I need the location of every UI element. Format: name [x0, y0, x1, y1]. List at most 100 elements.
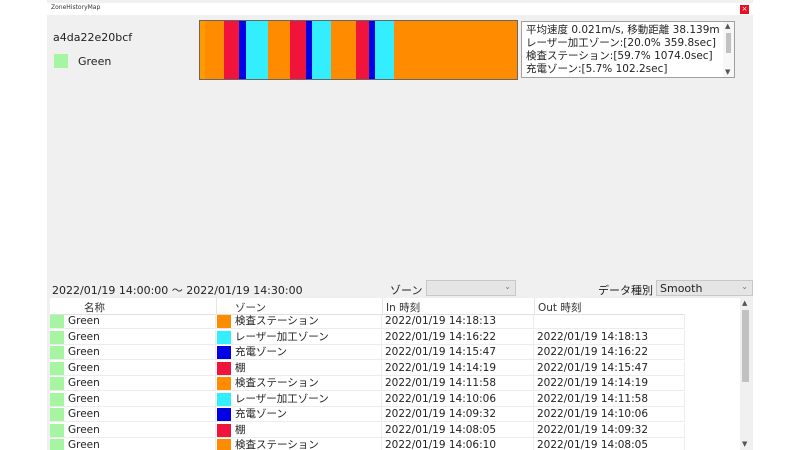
chevron-down-icon: ⌄ [504, 282, 511, 291]
cell-out-time: 2022/01/19 14:09:32 [534, 422, 685, 438]
name-color-swatch [50, 346, 64, 359]
map-panel: a4da22e20bcf Green 平均速度 0.021m/s, 移動距離 3… [50, 15, 750, 281]
zone-text: 検査ステーション [235, 439, 319, 450]
close-button[interactable]: × [740, 5, 749, 14]
zone-history-table: 名称 ゾーン In 時刻 Out 時刻 Green 検査ステーション 2022/01… [50, 298, 750, 450]
cell-zone: 検査ステーション [216, 438, 382, 450]
table-row[interactable]: Green 検査ステーション 2022/01/19 14:06:10 2022/01/… [50, 438, 685, 450]
zone-color-swatch [217, 361, 231, 375]
name-color-swatch [50, 439, 64, 450]
cell-in-time: 2022/01/19 14:09:32 [382, 407, 534, 422]
name-text: Green [68, 439, 100, 450]
cell-zone: 充電ゾーン [216, 345, 382, 360]
table-row[interactable]: Green 検査ステーション 2022/01/19 14:11:58 2022/01/… [50, 376, 685, 391]
scroll-down-icon[interactable]: ▼ [725, 68, 730, 76]
cell-zone: 検査ステーション [216, 376, 382, 391]
cell-in-time: 2022/01/19 14:14:19 [382, 360, 534, 376]
timeline-segment [393, 21, 517, 79]
zone-text: 充電ゾーン [235, 408, 287, 420]
name-text: Green [68, 361, 100, 374]
timeline-segment [330, 21, 357, 79]
zone-select[interactable]: ⌄ [426, 280, 516, 296]
cell-name: Green [50, 407, 216, 422]
stats-line-speed: 平均速度 0.021m/s, 移動距離 38.139m [526, 24, 720, 36]
cell-out-time: 2022/01/19 14:15:47 [534, 360, 685, 376]
scroll-up-icon[interactable]: ▲ [725, 22, 730, 30]
timeline-segment [245, 21, 268, 79]
datatype-select[interactable]: Smooth ⌄ [656, 280, 753, 296]
table-row[interactable]: Green 棚 2022/01/19 14:08:05 2022/01/19 14:0… [50, 422, 685, 438]
cell-name: Green [50, 329, 216, 345]
cell-in-time: 2022/01/19 14:08:05 [382, 422, 534, 438]
stats-line-inspection: 検査ステーション:[59.7% 1074.0sec] [526, 50, 713, 62]
cell-zone: レーザー加工ゾーン [216, 391, 382, 407]
scroll-down-icon[interactable]: ▼ [742, 440, 747, 448]
device-id: a4da22e20bcf [53, 31, 133, 44]
scroll-up-icon[interactable]: ▲ [742, 299, 747, 307]
cell-name: Green [50, 376, 216, 391]
column-header-name[interactable]: 名称 [84, 300, 105, 315]
zone-color-swatch [217, 330, 231, 344]
zone-filter-label: ゾーン [390, 284, 423, 297]
name-color-swatch [50, 408, 64, 421]
name-color-swatch [50, 392, 64, 406]
stats-textbox[interactable]: 平均速度 0.021m/s, 移動距離 38.139m レーザー加工ゾーン:[2… [521, 21, 735, 78]
cell-name: Green [50, 422, 216, 438]
table-row[interactable]: Green 棚 2022/01/19 14:14:19 2022/01/19 14:1… [50, 360, 685, 376]
cell-out-time: 2022/01/19 14:11:58 [534, 391, 685, 407]
cell-name: Green [50, 345, 216, 360]
name-text: Green [68, 408, 100, 420]
cell-in-time: 2022/01/19 14:18:13 [382, 314, 534, 329]
zone-text: レーザー加工ゾーン [235, 330, 329, 343]
chevron-down-icon: ⌄ [741, 282, 748, 291]
table-row[interactable]: Green 検査ステーション 2022/01/19 14:18:13 [50, 314, 685, 329]
cell-name: Green [50, 360, 216, 376]
table-row[interactable]: Green 充電ゾーン 2022/01/19 14:15:47 2022/01/19 … [50, 345, 685, 360]
table-row[interactable]: Green レーザー加工ゾーン 2022/01/19 14:16:22 2022/01… [50, 329, 685, 345]
zone-color-swatch [217, 346, 231, 359]
scroll-thumb[interactable] [742, 310, 749, 382]
cell-out-time: 2022/01/19 14:08:05 [534, 438, 685, 450]
name-color-swatch [50, 423, 64, 437]
timeline-segment [356, 21, 369, 79]
cell-zone: 充電ゾーン [216, 407, 382, 422]
zone-color-swatch [217, 377, 231, 390]
legend-label: Green [78, 55, 112, 68]
zone-text: レーザー加工ゾーン [235, 392, 329, 405]
table-row[interactable]: Green レーザー加工ゾーン 2022/01/19 14:10:06 2022/01… [50, 391, 685, 407]
stats-scrollbar[interactable]: ▲ ▼ [723, 22, 734, 77]
cell-zone: 棚 [216, 422, 382, 438]
datatype-select-value: Smooth [660, 282, 703, 295]
column-header-in-time[interactable]: In 時刻 [386, 300, 420, 315]
table-row[interactable]: Green 充電ゾーン 2022/01/19 14:09:32 2022/01/19 … [50, 407, 685, 422]
cell-zone: 検査ステーション [216, 314, 382, 329]
name-text: Green [68, 392, 100, 405]
name-text: Green [68, 423, 100, 436]
cell-in-time: 2022/01/19 14:16:22 [382, 329, 534, 345]
title-bar: ZoneHistoryMap × [47, 3, 753, 15]
table-scrollbar[interactable]: ▲ ▼ [740, 298, 750, 450]
scroll-thumb[interactable] [726, 33, 731, 53]
timeline-segment [204, 21, 224, 79]
cell-out-time: 2022/01/19 14:14:19 [534, 376, 685, 391]
zone-color-swatch [217, 315, 231, 328]
zone-color-swatch [217, 439, 231, 450]
cell-out-time: 2022/01/19 14:16:22 [534, 345, 685, 360]
cell-out-time: 2022/01/19 14:18:13 [534, 329, 685, 345]
column-header-out-time[interactable]: Out 時刻 [538, 300, 581, 315]
column-header-zone[interactable]: ゾーン [235, 300, 266, 315]
zone-timeline-bar[interactable] [199, 20, 518, 80]
window-title: ZoneHistoryMap [51, 4, 101, 11]
table-header: 名称 ゾーン In 時刻 Out 時刻 [50, 298, 685, 315]
cell-name: Green [50, 438, 216, 450]
name-text: Green [68, 377, 100, 389]
name-color-swatch [50, 315, 64, 328]
zone-text: 検査ステーション [235, 377, 319, 389]
column-divider [534, 298, 535, 314]
name-text: Green [68, 315, 100, 327]
cell-zone: 棚 [216, 360, 382, 376]
cell-in-time: 2022/01/19 14:06:10 [382, 438, 534, 450]
zone-color-swatch [217, 423, 231, 437]
cell-in-time: 2022/01/19 14:11:58 [382, 376, 534, 391]
legend-color-swatch [54, 54, 68, 68]
